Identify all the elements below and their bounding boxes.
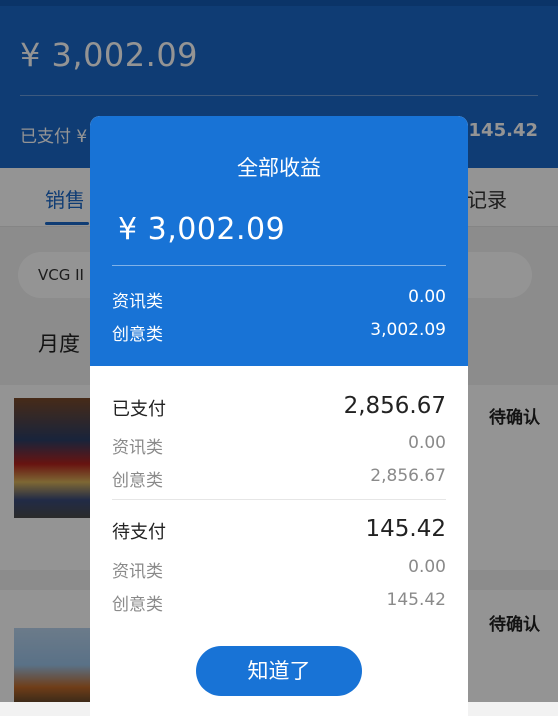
breakdown-value: 0.00	[408, 287, 446, 307]
breakdown-label: 创意类	[112, 325, 163, 345]
earnings-dialog: 全部收益 ¥ 3,002.09 资讯类 0.00 创意类 3,002.09 已支…	[90, 116, 468, 716]
breakdown-value: 3,002.09	[370, 320, 446, 340]
dialog-summary: 全部收益 ¥ 3,002.09 资讯类 0.00 创意类 3,002.09	[90, 116, 468, 366]
pending-item-value: 145.42	[386, 590, 446, 610]
total-earnings: ¥ 3,002.09	[118, 212, 286, 247]
pending-value: 145.42	[365, 516, 446, 542]
paid-item-label: 资讯类	[112, 438, 163, 458]
section-divider	[112, 499, 446, 500]
paid-item-value: 0.00	[408, 433, 446, 453]
got-it-button[interactable]: 知道了	[196, 646, 362, 696]
summary-divider	[112, 265, 446, 266]
paid-label: 已支付	[112, 399, 166, 420]
pending-item-label: 创意类	[112, 595, 163, 615]
pending-item-label: 资讯类	[112, 562, 163, 582]
pending-label: 待支付	[112, 522, 166, 543]
paid-item-value: 2,856.67	[370, 466, 446, 486]
paid-value: 2,856.67	[343, 393, 446, 419]
breakdown-label: 资讯类	[112, 292, 163, 312]
pending-item-value: 0.00	[408, 557, 446, 577]
paid-item-label: 创意类	[112, 471, 163, 491]
dialog-title: 全部收益	[237, 156, 321, 180]
